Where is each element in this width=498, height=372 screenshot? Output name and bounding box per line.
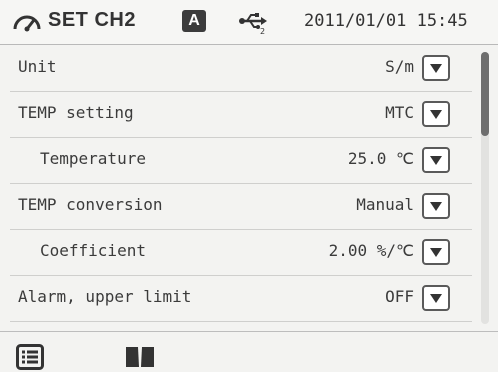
triangle-down-icon	[430, 248, 442, 257]
setting-value: MTC	[385, 103, 414, 122]
setting-label: TEMP setting	[18, 103, 134, 122]
header-bar: SET CH2 A 2 2011/01/01 15:45	[0, 0, 498, 45]
dropdown-button[interactable]	[422, 239, 450, 265]
setting-label: Alarm, upper limit	[18, 287, 192, 306]
setting-value: Manual	[356, 195, 414, 214]
scrollbar-thumb[interactable]	[481, 52, 489, 136]
dropdown-button[interactable]	[422, 55, 450, 81]
page-title: SET CH2	[48, 9, 136, 31]
setting-row-temp-setting[interactable]: TEMP setting MTC	[10, 92, 472, 138]
scrollbar[interactable]	[481, 52, 489, 324]
setting-row-alarm-upper-limit[interactable]: Alarm, upper limit OFF	[10, 276, 472, 322]
setting-row-unit[interactable]: Unit S/m	[10, 46, 472, 92]
setting-label: Coefficient	[40, 241, 146, 260]
settings-list: Unit S/m TEMP setting MTC Temperature 25…	[10, 46, 472, 328]
triangle-down-icon	[430, 156, 442, 165]
setting-value: S/m	[385, 57, 414, 76]
setting-label: TEMP conversion	[18, 195, 163, 214]
usb-icon: 2	[239, 13, 267, 35]
triangle-down-icon	[430, 294, 442, 303]
dropdown-button[interactable]	[422, 285, 450, 311]
setting-row-temp-conversion[interactable]: TEMP conversion Manual	[10, 184, 472, 230]
triangle-down-icon	[430, 202, 442, 211]
menu-list-icon[interactable]	[16, 344, 44, 370]
footer-bar	[0, 331, 498, 372]
dropdown-button[interactable]	[422, 147, 450, 173]
svg-text:2: 2	[260, 27, 265, 35]
setting-label: Temperature	[40, 149, 146, 168]
book-icon[interactable]	[124, 345, 156, 369]
triangle-down-icon	[430, 110, 442, 119]
dropdown-button[interactable]	[422, 101, 450, 127]
setting-row-temperature[interactable]: Temperature 25.0 ℃	[10, 138, 472, 184]
meter-gauge-icon	[13, 15, 41, 32]
setting-row-coefficient[interactable]: Coefficient 2.00 %/℃	[10, 230, 472, 276]
setting-value: OFF	[385, 287, 414, 306]
setting-label: Unit	[18, 57, 57, 76]
dropdown-button[interactable]	[422, 193, 450, 219]
mode-badge: A	[182, 10, 206, 32]
datetime-display: 2011/01/01 15:45	[304, 11, 468, 31]
triangle-down-icon	[430, 64, 442, 73]
setting-value: 2.00 %/℃	[328, 241, 414, 260]
setting-value: 25.0 ℃	[347, 149, 414, 168]
